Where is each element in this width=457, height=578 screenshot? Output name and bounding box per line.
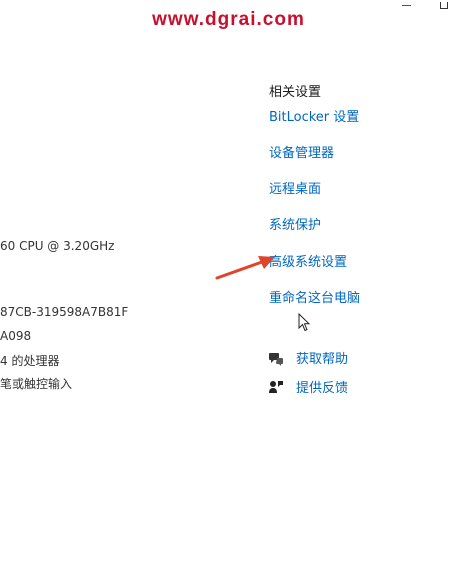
processor-value: 60 CPU @ 3.20GHz [0,239,115,253]
maximize-icon [440,1,448,9]
mouse-pointer-icon [298,312,312,337]
annotation-arrow-icon [214,252,278,286]
help-icon [268,350,284,366]
bitlocker-settings-link[interactable]: BitLocker 设置 [269,106,359,125]
minimize-icon [401,4,411,6]
feedback-link[interactable]: 提供反馈 [268,377,348,396]
advanced-system-settings-link[interactable]: 高级系统设置 [269,251,347,270]
remote-desktop-link[interactable]: 远程桌面 [269,178,321,197]
watermark-text: www.dgrai.com [152,9,305,30]
pen-touch-value: 笔或触控输入 [0,377,73,391]
system-protection-link[interactable]: 系统保护 [269,214,321,233]
product-id-value: 87CB-319598A7B81F [0,305,129,319]
feedback-icon [268,379,284,395]
device-manager-link[interactable]: 设备管理器 [269,142,334,161]
get-help-link[interactable]: 获取帮助 [268,348,348,367]
system-type-value: 4 的处理器 [0,354,60,368]
get-help-label: 获取帮助 [296,352,349,367]
related-settings-heading: 相关设置 [269,85,322,100]
rename-pc-link[interactable]: 重命名这台电脑 [269,287,360,306]
id-suffix-value: A098 [0,329,32,343]
feedback-label: 提供反馈 [296,381,349,396]
